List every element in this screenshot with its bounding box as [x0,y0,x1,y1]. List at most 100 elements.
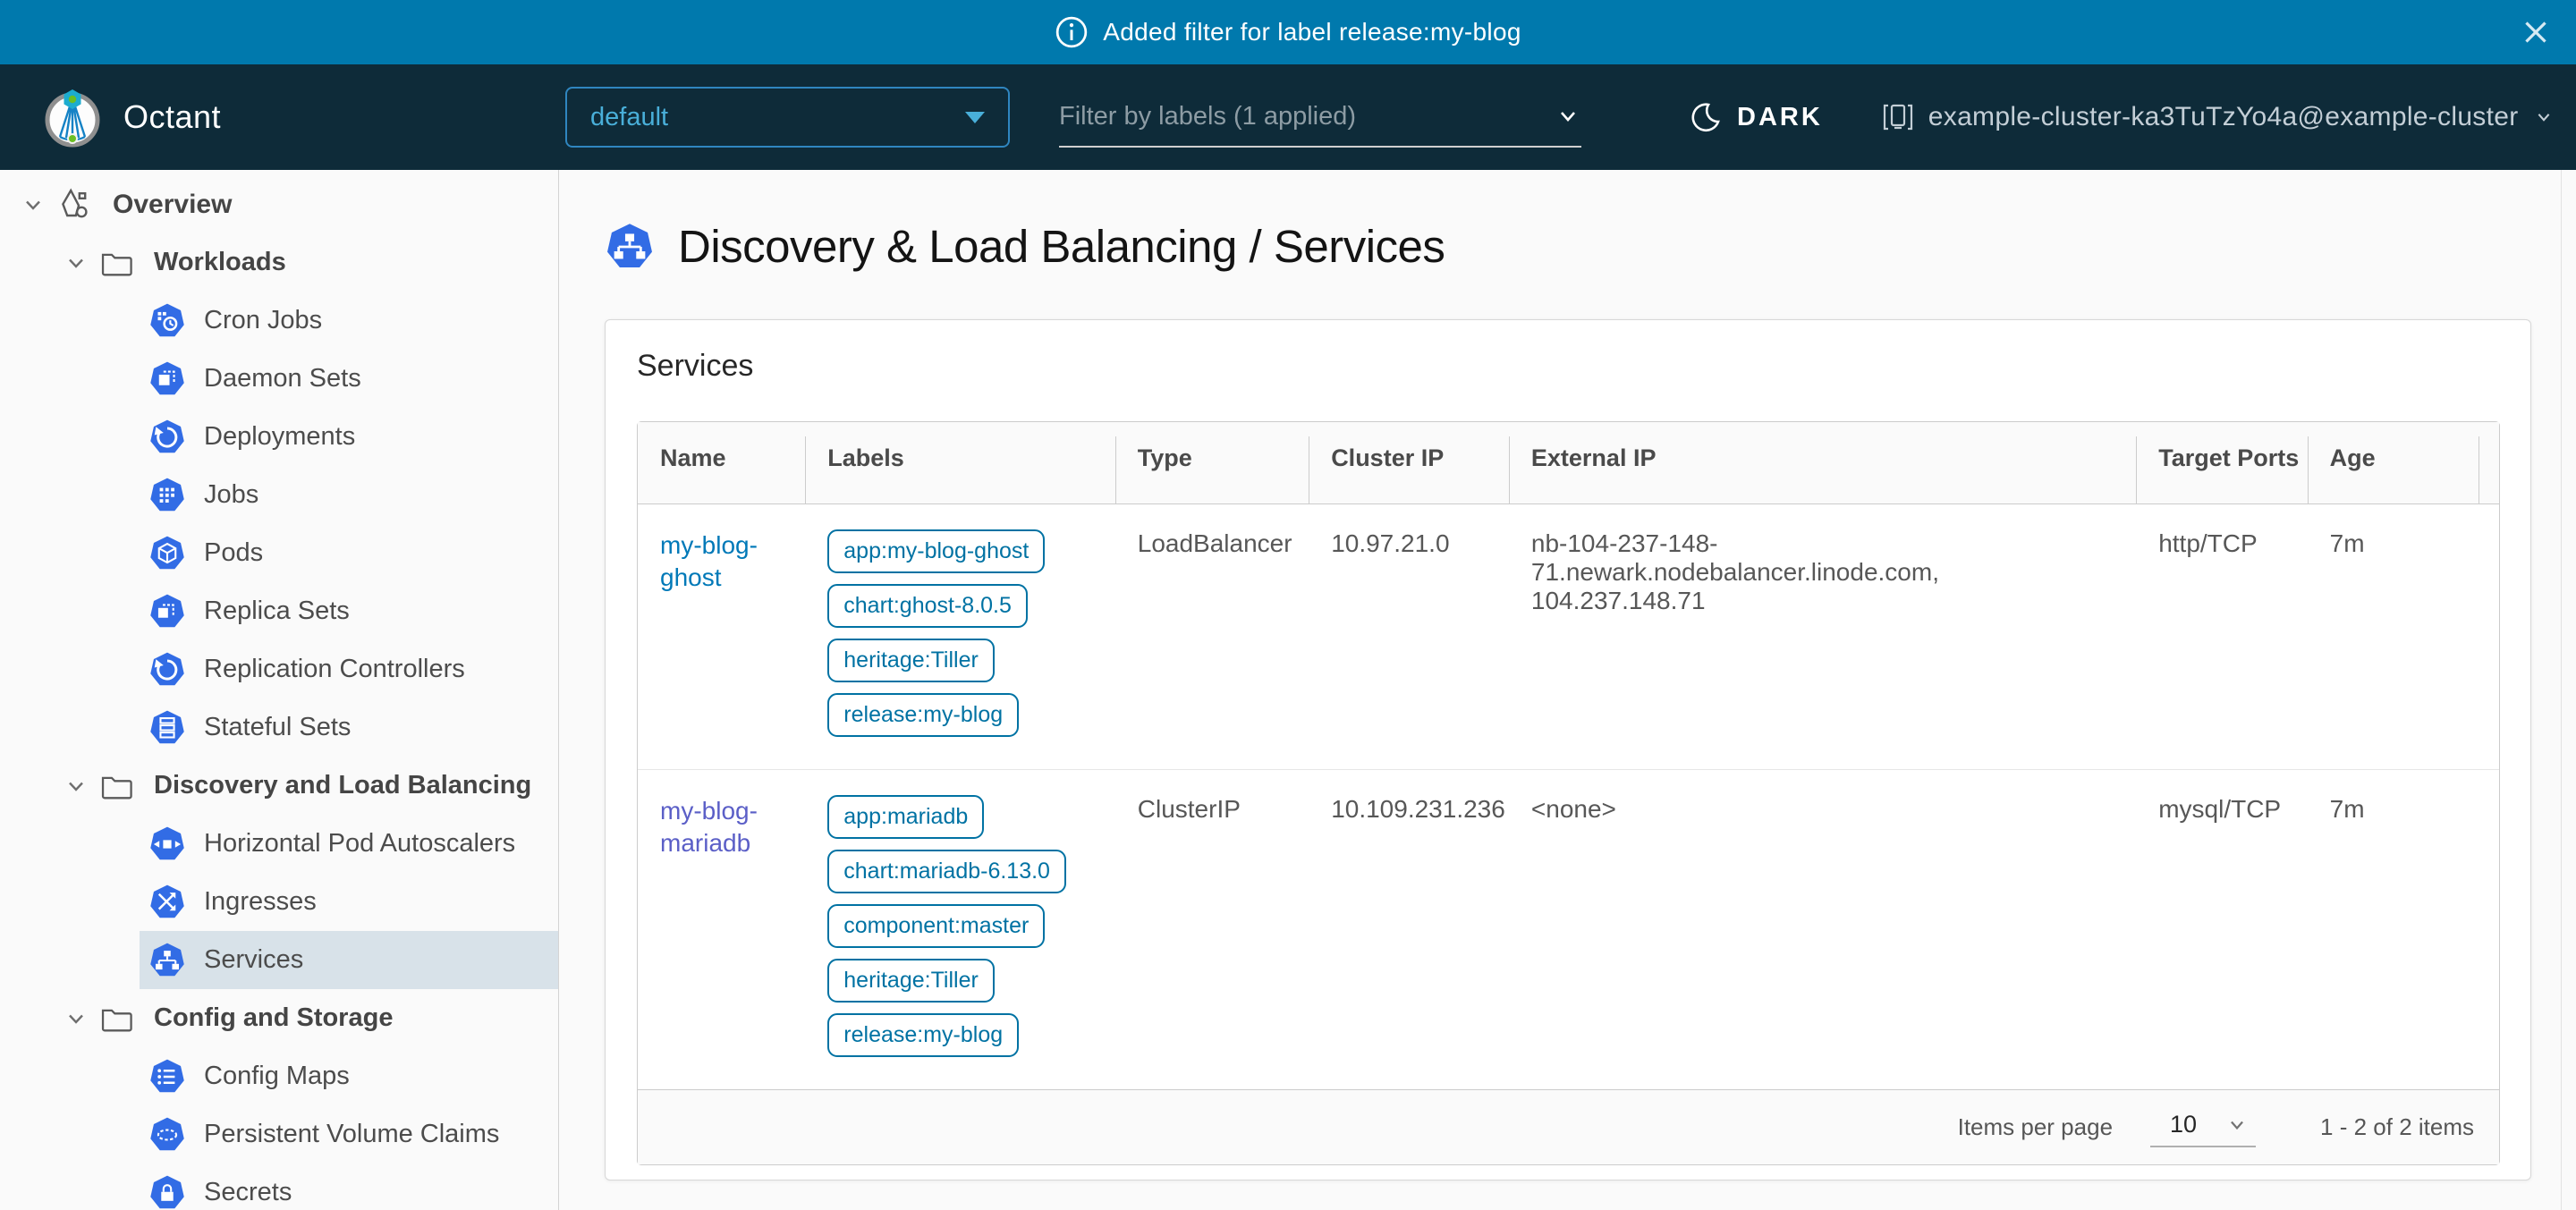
scrollbar[interactable] [2561,170,2576,1210]
pagination-range: 1 - 2 of 2 items [2320,1113,2474,1141]
sidebar-item-replica-sets[interactable]: Replica Sets [0,582,558,640]
deployment-icon [148,419,186,456]
namespace-select[interactable]: default [565,87,1010,148]
chevron-down-icon [2225,1113,2249,1137]
label-pill[interactable]: chart:ghost-8.0.5 [827,584,1028,628]
service-link[interactable]: my-blog-ghost [660,531,758,591]
chevron-down-icon[interactable] [64,774,88,798]
sidebar-item-horizontal-pod-autoscalers[interactable]: Horizontal Pod Autoscalers [0,815,558,873]
table-row: my-blog-ghost app:my-blog-ghost chart:ghos… [638,504,2499,769]
chevron-down-icon[interactable] [64,251,88,275]
alert-message: Added filter for label release:my-blog [1103,18,1521,47]
label-pill[interactable]: release:my-blog [827,693,1019,737]
column-header-external-ip: External IP [1509,422,2136,504]
label-pill[interactable]: component:master [827,904,1045,948]
ingress-icon [148,884,186,921]
chevron-down-icon [2533,106,2555,128]
type-value: LoadBalancer [1115,504,1309,769]
theme-toggle-button[interactable]: DARK [1689,100,1823,134]
column-header-age: Age [2308,422,2479,504]
cluster-ip-value: 10.97.21.0 [1309,504,1509,769]
label-pill[interactable]: release:my-blog [827,1013,1019,1057]
sidebar-item-workloads[interactable]: Workloads [0,233,558,292]
label-pill[interactable]: heritage:Tiller [827,959,995,1003]
configmap-icon [148,1058,186,1096]
services-table: NameLabelsTypeCluster IPExternal IPTarge… [637,421,2500,1165]
type-value: ClusterIP [1115,769,1309,1089]
sidebar-item-jobs[interactable]: Jobs [0,466,558,524]
sidebar-item-label: Daemon Sets [204,364,361,393]
sidebar-item-label: Deployments [204,422,355,452]
label-pill[interactable]: heritage:Tiller [827,639,995,682]
cronjob-icon [148,302,186,340]
secret-icon [148,1174,186,1210]
sidebar-item-label: Discovery and Load Balancing [154,771,531,800]
caret-down-icon [965,112,985,123]
sidebar-item-cron-jobs[interactable]: Cron Jobs [0,292,558,350]
app-name: Octant [123,98,221,136]
sidebar-item-overview[interactable]: Overview [0,175,558,233]
sidebar-item-stateful-sets[interactable]: Stateful Sets [0,698,558,757]
close-icon[interactable] [2519,15,2553,49]
chevron-down-icon[interactable] [21,193,45,216]
sidebar-item-daemon-sets[interactable]: Daemon Sets [0,350,558,408]
page-title: Discovery & Load Balancing / Services [678,220,1445,273]
service-icon [605,222,655,272]
moon-icon [1689,100,1723,134]
column-header-type: Type [1115,422,1309,504]
services-card: Services NameLabelsTypeCluster IPExterna… [605,319,2531,1180]
sidebar-item-secrets[interactable]: Secrets [0,1163,558,1210]
host-icon [1882,101,1914,133]
sidebar-item-replication-controllers[interactable]: Replication Controllers [0,640,558,698]
folder-icon [100,1003,134,1034]
theme-toggle-label: DARK [1737,103,1823,132]
replicationcontroller-icon [148,651,186,689]
items-per-page-select[interactable]: 10 [2150,1107,2256,1147]
column-header-target-ports: Target Ports [2136,422,2307,504]
sidebar-item-label: Jobs [204,480,258,510]
items-per-page-label: Items per page [1958,1113,2113,1141]
sidebar-item-config-and-storage[interactable]: Config and Storage [0,989,558,1047]
statefulset-icon [148,709,186,747]
label-pill[interactable]: chart:mariadb-6.13.0 [827,850,1066,893]
chevron-down-icon [1555,103,1581,130]
column-header-labels: Labels [805,422,1114,504]
sidebar-item-persistent-volume-claims[interactable]: Persistent Volume Claims [0,1105,558,1163]
sidebar-item-label: Ingresses [204,887,317,917]
sidebar-item-label: Cron Jobs [204,306,322,335]
label-pill[interactable]: app:my-blog-ghost [827,529,1045,573]
sidebar-item-services[interactable]: Services [0,931,558,989]
sidebar-item-label: Stateful Sets [204,713,351,742]
external-ip-value: <none> [1509,769,2136,1089]
folder-icon [100,771,134,801]
sidebar-item-label: Persistent Volume Claims [204,1120,499,1149]
replicaset-icon [148,593,186,630]
label-pill[interactable]: app:mariadb [827,795,984,839]
cluster-context-selector[interactable]: example-cluster-ka3TuTzYo4a@example-clus… [1882,101,2555,133]
cluster-ip-value: 10.109.231.236 [1309,769,1509,1089]
daemonset-icon [148,360,186,398]
alert-bar: Added filter for label release:my-blog [0,0,2576,64]
sidebar-item-label: Horizontal Pod Autoscalers [204,829,515,859]
sidebar-item-deployments[interactable]: Deployments [0,408,558,466]
sidebar-item-label: Config Maps [204,1062,350,1091]
job-icon [148,477,186,514]
sidebar-item-ingresses[interactable]: Ingresses [0,873,558,931]
sidebar-item-label: Services [204,945,303,975]
brand-home-link[interactable]: Octant [0,84,559,150]
sidebar-item-label: Config and Storage [154,1003,393,1033]
pvc-icon [148,1116,186,1154]
sidebar-item-pods[interactable]: Pods [0,524,558,582]
folder-icon [100,248,134,278]
sidebar-item-label: Overview [113,190,232,220]
target-ports-value: http/TCP [2136,504,2307,769]
column-header-cluster-ip: Cluster IP [1309,422,1509,504]
pod-icon [148,535,186,572]
sidebar-item-discovery-and-load-balancing[interactable]: Discovery and Load Balancing [0,757,558,815]
pagination: Items per page 10 1 - 2 of 2 items [638,1107,2474,1147]
sidebar-item-config-maps[interactable]: Config Maps [0,1047,558,1105]
service-link[interactable]: my-blog-mariadb [660,797,758,857]
sidebar-item-label: Replica Sets [204,597,350,626]
label-filter-dropdown[interactable]: Filter by labels (1 applied) [1059,87,1581,148]
chevron-down-icon[interactable] [64,1007,88,1030]
